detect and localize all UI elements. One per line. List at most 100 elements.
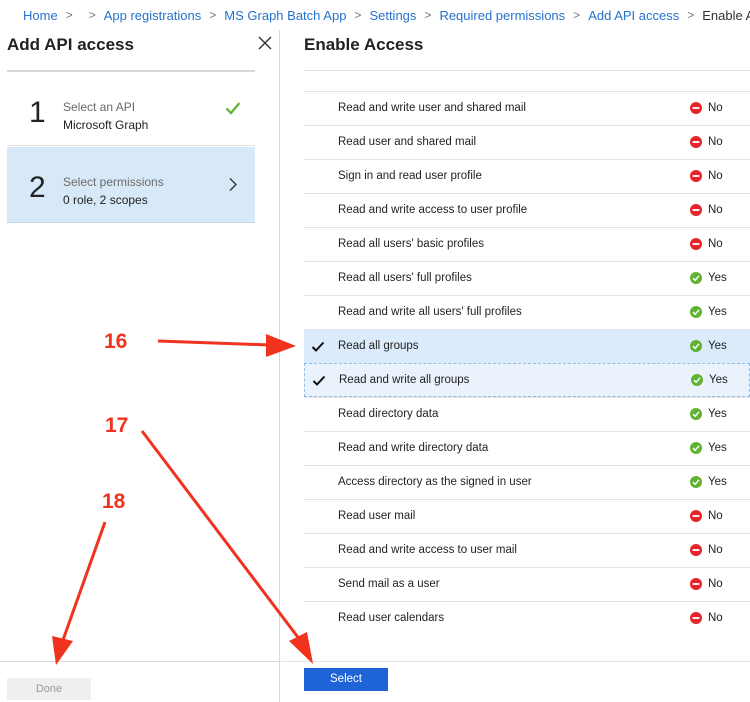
permission-row[interactable]: Send mail as a user No	[304, 567, 750, 601]
permission-name: Sign in and read user profile	[338, 170, 482, 182]
breadcrumb-settings[interactable]: Settings	[369, 8, 416, 23]
yes-check-circle-icon	[690, 340, 702, 352]
permission-row[interactable]: Read directory data Yes	[304, 397, 750, 431]
permission-row[interactable]: Read and write access to user profile No	[304, 193, 750, 227]
divider	[281, 661, 750, 662]
permission-row[interactable]: Read and write all groups Yes	[304, 363, 750, 397]
admin-consent-value: Yes	[708, 272, 727, 284]
permission-name: Read user and shared mail	[338, 136, 477, 148]
step-select-permissions[interactable]: 2 Select permissions 0 role, 2 scopes	[7, 147, 255, 223]
breadcrumb-home[interactable]: Home	[23, 8, 58, 23]
step-number: 1	[29, 96, 46, 129]
select-button[interactable]: Select	[304, 668, 388, 691]
admin-consent-value: No	[708, 238, 723, 250]
done-button[interactable]: Done	[7, 678, 91, 700]
permission-row[interactable]: Access directory as the signed in user Ye…	[304, 465, 750, 499]
divider	[304, 70, 750, 71]
admin-consent-value: Yes	[708, 408, 727, 420]
permissions-list: Read and write user and shared mail No Rea…	[304, 91, 750, 635]
permission-name: Read all users' full profiles	[338, 272, 472, 284]
no-minus-circle-icon	[690, 612, 702, 624]
permission-name: Read and write access to user mail	[338, 544, 517, 556]
no-minus-circle-icon	[690, 544, 702, 556]
breadcrumb-chevron-icon: >	[209, 8, 217, 22]
breadcrumb-current: Enable Acc	[702, 7, 750, 23]
breadcrumb: Home > > App registrations > MS Graph Ba…	[0, 0, 750, 30]
step-label: Select an API	[63, 100, 136, 114]
yes-check-circle-icon	[690, 306, 702, 318]
permission-name: Read and write all groups	[339, 374, 470, 386]
permission-name: Read and write directory data	[338, 442, 489, 454]
annotation-label-17: 17	[105, 414, 129, 437]
permission-name: Read directory data	[338, 408, 439, 420]
admin-consent-value: No	[708, 170, 723, 182]
permission-name: Read and write user and shared mail	[338, 102, 526, 114]
permission-row[interactable]: Read and write directory data Yes	[304, 431, 750, 465]
annotation-label-16: 16	[104, 330, 128, 353]
permission-row[interactable]: Read all groups Yes	[304, 329, 750, 363]
admin-consent-value: Yes	[708, 340, 727, 352]
no-minus-circle-icon	[690, 170, 702, 182]
permission-row[interactable]: Read and write user and shared mail No	[304, 91, 750, 125]
checkbox-checked-icon[interactable]	[311, 340, 325, 354]
enable-access-title: Enable Access	[304, 35, 424, 54]
admin-consent-value: No	[708, 612, 723, 624]
admin-consent-value: No	[708, 578, 723, 590]
no-minus-circle-icon	[690, 102, 702, 114]
permission-row[interactable]: Read and write all users' full profiles Y…	[304, 295, 750, 329]
add-api-access-blade: Add API access 1 Select an API Microsoft…	[0, 30, 280, 702]
permission-row[interactable]: Read user and shared mail No	[304, 125, 750, 159]
permission-row[interactable]: Read and write access to user mail No	[304, 533, 750, 567]
no-minus-circle-icon	[690, 510, 702, 522]
breadcrumb-chevron-icon: >	[65, 8, 73, 22]
permission-row[interactable]: Read all users' full profiles Yes	[304, 261, 750, 295]
yes-check-circle-icon	[690, 272, 702, 284]
breadcrumb-add-api-access[interactable]: Add API access	[588, 8, 679, 23]
close-icon[interactable]	[256, 34, 274, 52]
permission-row[interactable]: Read user calendars No	[304, 601, 750, 635]
step-select-api[interactable]: 1 Select an API Microsoft Graph	[7, 72, 255, 146]
permission-name: Read all users' basic profiles	[338, 238, 485, 250]
permission-name: Access directory as the signed in user	[338, 476, 532, 488]
blade-title: Add API access	[7, 35, 134, 54]
breadcrumb-chevron-icon: >	[687, 8, 695, 22]
divider	[0, 661, 279, 662]
step-label: Select permissions	[63, 175, 164, 189]
admin-consent-value: No	[708, 544, 723, 556]
breadcrumb-app-name[interactable]: MS Graph Batch App	[224, 8, 346, 23]
permission-row[interactable]: Read all users' basic profiles No	[304, 227, 750, 261]
permission-name: Read and write all users' full profiles	[338, 306, 522, 318]
yes-check-circle-icon	[690, 476, 702, 488]
step-number: 2	[29, 171, 46, 204]
permission-row[interactable]: Sign in and read user profile No	[304, 159, 750, 193]
yes-check-circle-icon	[690, 408, 702, 420]
yes-check-circle-icon	[690, 442, 702, 454]
admin-consent-value: No	[708, 102, 723, 114]
breadcrumb-chevron-icon: >	[354, 8, 362, 22]
yes-check-circle-icon	[691, 374, 703, 386]
annotation-label-18: 18	[102, 490, 126, 513]
breadcrumb-app-registrations[interactable]: App registrations	[104, 8, 202, 23]
admin-consent-value: No	[708, 204, 723, 216]
permission-name: Read user mail	[338, 510, 416, 522]
no-minus-circle-icon	[690, 204, 702, 216]
admin-consent-value: Yes	[709, 374, 728, 386]
check-icon	[225, 101, 241, 115]
admin-consent-value: Yes	[708, 442, 727, 454]
checkbox-checked-icon[interactable]	[312, 374, 326, 388]
breadcrumb-required-permissions[interactable]: Required permissions	[439, 8, 565, 23]
permission-name: Read all groups	[338, 340, 419, 352]
no-minus-circle-icon	[690, 238, 702, 250]
permission-name: Send mail as a user	[338, 578, 440, 590]
permission-name: Read and write access to user profile	[338, 204, 528, 216]
breadcrumb-chevron-icon: >	[88, 8, 96, 22]
step-value: Microsoft Graph	[63, 118, 149, 132]
breadcrumb-chevron-icon: >	[424, 8, 432, 22]
no-minus-circle-icon	[690, 136, 702, 148]
breadcrumb-chevron-icon: >	[573, 8, 581, 22]
chevron-right-icon	[228, 177, 238, 192]
admin-consent-value: Yes	[708, 306, 727, 318]
step-value: 0 role, 2 scopes	[63, 193, 148, 207]
no-minus-circle-icon	[690, 578, 702, 590]
permission-row[interactable]: Read user mail No	[304, 499, 750, 533]
